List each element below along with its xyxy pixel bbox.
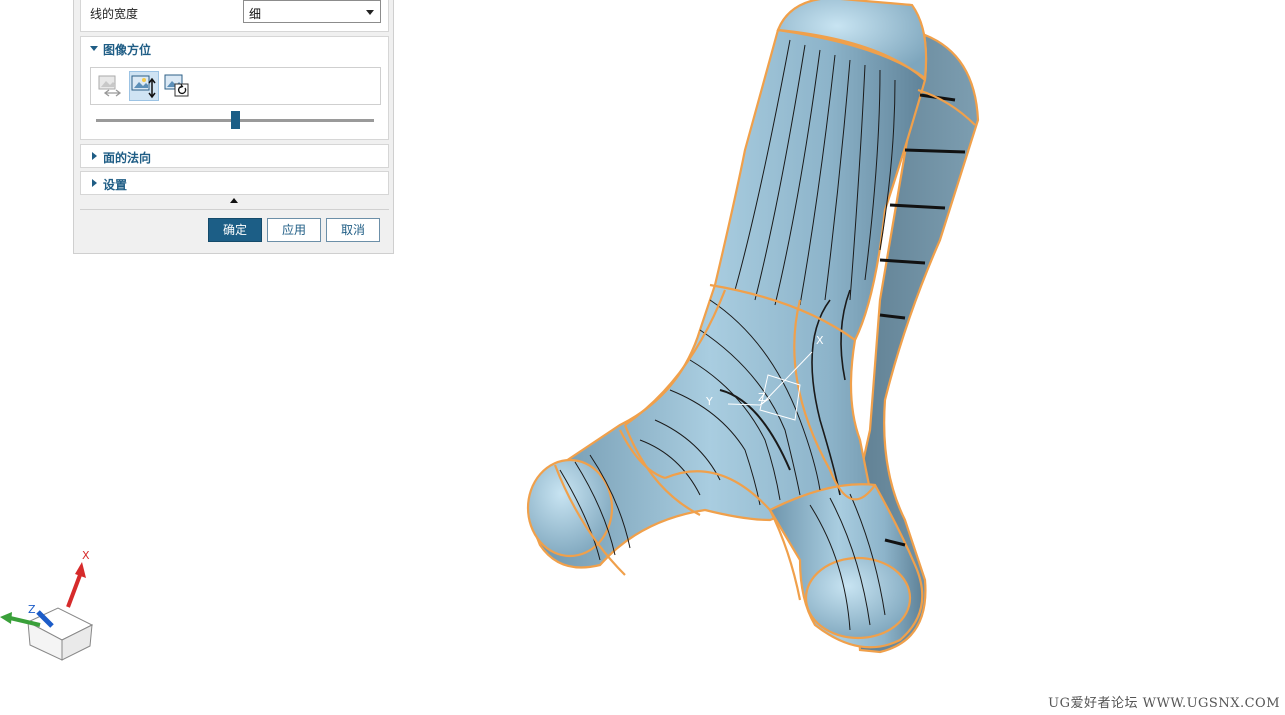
orientation-slider-thumb[interactable] bbox=[230, 111, 240, 129]
settings-title[interactable]: 设置 bbox=[103, 176, 127, 193]
3d-model[interactable]: X Y Z bbox=[526, 0, 980, 654]
graphics-viewport[interactable]: X Y Z bbox=[395, 0, 1285, 690]
watermark: UG爱好者论坛 WWW.UGSNX.COM bbox=[1048, 696, 1280, 711]
expand-icon[interactable] bbox=[92, 179, 97, 187]
line-width-label: 线的宽度 bbox=[90, 7, 139, 21]
image-orientation-icons bbox=[90, 67, 381, 105]
x-axis-arrow bbox=[66, 574, 82, 608]
view-triad[interactable]: X Z bbox=[0, 540, 110, 670]
face-normal-group[interactable]: 面的法向 bbox=[80, 144, 389, 168]
image-rotate-icon[interactable] bbox=[163, 71, 193, 101]
wcs-x-label: X bbox=[816, 334, 824, 347]
divider bbox=[80, 209, 389, 210]
face-normal-title[interactable]: 面的法向 bbox=[103, 149, 151, 166]
image-orientation-group: 图像方位 bbox=[80, 36, 389, 140]
wcs-z-label: Z bbox=[758, 391, 766, 404]
cancel-button[interactable]: 取消 bbox=[326, 218, 380, 242]
triad-x-label: X bbox=[82, 549, 90, 562]
image-rotate-vertical-icon[interactable] bbox=[129, 71, 159, 101]
triad-cube bbox=[26, 607, 94, 661]
expand-icon[interactable] bbox=[92, 152, 97, 160]
chevron-down-icon bbox=[366, 10, 374, 15]
expand-icon[interactable] bbox=[90, 46, 98, 51]
apply-button[interactable]: 应用 bbox=[267, 218, 321, 242]
line-width-value: 细 bbox=[249, 7, 262, 21]
settings-group[interactable]: 设置 bbox=[80, 171, 389, 195]
triad-z-label: Z bbox=[28, 603, 36, 616]
image-orientation-title[interactable]: 图像方位 bbox=[103, 41, 151, 58]
ok-button[interactable]: 确定 bbox=[208, 218, 262, 242]
image-flip-icon[interactable] bbox=[96, 71, 126, 101]
collapse-bar[interactable] bbox=[80, 196, 389, 208]
line-width-row: 线的宽度 细 bbox=[80, 0, 389, 32]
wcs-y-label: Y bbox=[705, 395, 713, 408]
line-width-select[interactable]: 细 bbox=[243, 0, 381, 23]
dialog-panel: 线的宽度 细 图像方位 面的法向 设置 确定 应用 取消 bbox=[73, 0, 394, 254]
chevron-up-icon[interactable] bbox=[230, 198, 238, 203]
